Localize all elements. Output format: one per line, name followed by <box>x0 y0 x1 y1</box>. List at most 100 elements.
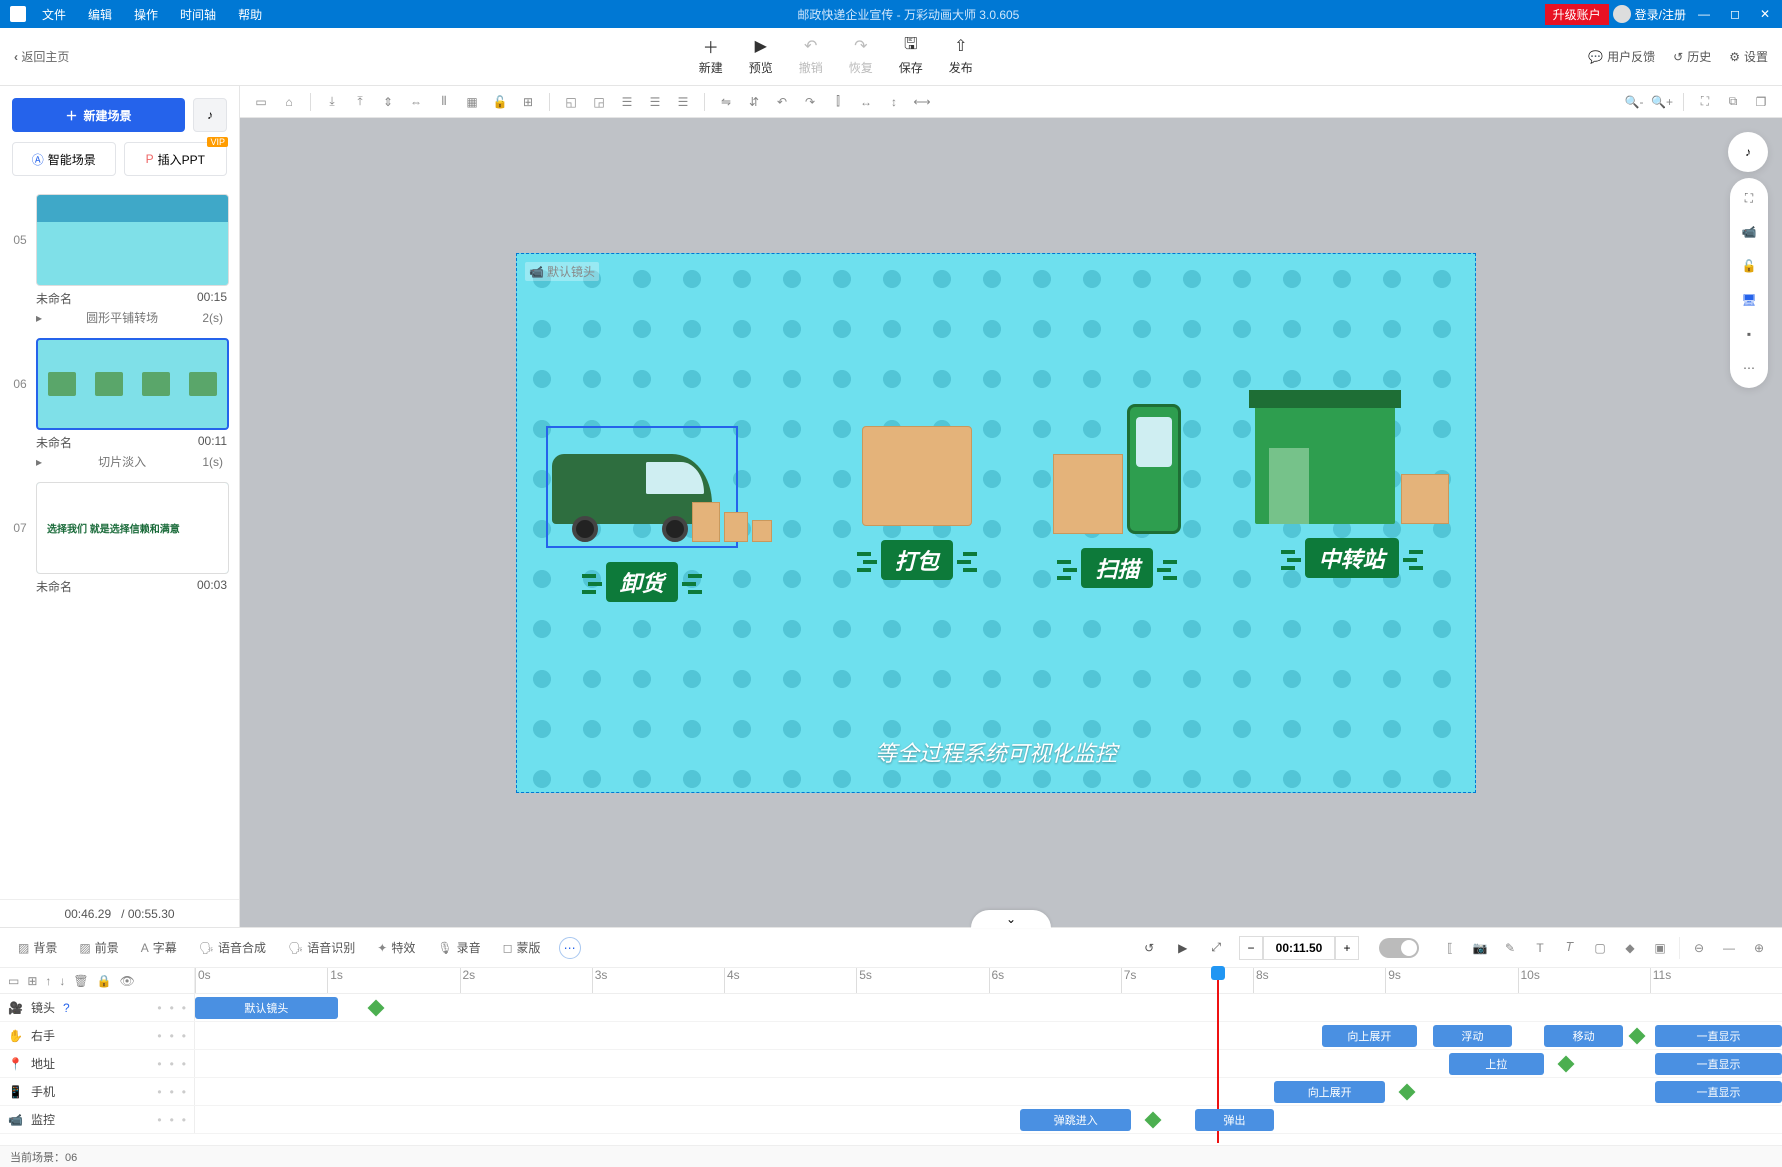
menu-edit[interactable]: 编辑 <box>78 6 122 23</box>
keyframe-diamond[interactable] <box>1399 1084 1416 1101</box>
clip[interactable]: 一直显示 <box>1655 1081 1782 1103</box>
timeline-tab-3[interactable]: 🗣语音合成 <box>193 935 272 960</box>
add-folder-icon[interactable]: ▭ <box>8 974 19 988</box>
top-action-0[interactable]: ＋新建 <box>699 37 723 76</box>
transition-row[interactable]: 切片淡入1(s) <box>10 451 229 472</box>
keyframe-in-icon[interactable]: ⟦ <box>1439 937 1461 959</box>
align-bottom-icon[interactable]: ⤓ <box>321 91 343 113</box>
text-center-icon[interactable]: ☰ <box>644 91 666 113</box>
back-home-button[interactable]: 返回主页 <box>0 48 83 65</box>
sort-up-icon[interactable]: ↑ <box>45 974 51 988</box>
top-right-2[interactable]: ⚙设置 <box>1729 48 1768 65</box>
distribute-icon[interactable]: ⫴ <box>433 91 455 113</box>
align-hcenter-icon[interactable]: ⇔ <box>405 91 427 113</box>
timeline-tab-6[interactable]: 🎙录音 <box>431 935 486 960</box>
top-action-1[interactable]: ▶预览 <box>749 37 773 76</box>
rotate-left-icon[interactable]: ↶ <box>771 91 793 113</box>
bgm-button[interactable]: ♪ <box>193 98 227 132</box>
fit-icon[interactable]: ⛶ <box>1694 91 1716 113</box>
clip[interactable]: 弹出 <box>1195 1109 1274 1131</box>
align-top-icon[interactable]: ⤒ <box>349 91 371 113</box>
loop-toggle[interactable] <box>1379 938 1419 958</box>
timeline-more-button[interactable]: ⋯ <box>559 937 581 959</box>
spacing-icon[interactable]: ↔ <box>855 91 877 113</box>
scene-thumbnail[interactable] <box>36 194 229 286</box>
display-icon[interactable]: 🖥 <box>1739 290 1759 310</box>
clip[interactable]: 上拉 <box>1449 1053 1544 1075</box>
rotate-right-icon[interactable]: ↷ <box>799 91 821 113</box>
clip[interactable]: 一直显示 <box>1655 1025 1782 1047</box>
fit-width-icon[interactable]: ⟷ <box>911 91 933 113</box>
sort-down-icon[interactable]: ↓ <box>59 974 65 988</box>
menu-operate[interactable]: 操作 <box>124 6 168 23</box>
clip[interactable]: 弹跳进入 <box>1020 1109 1131 1131</box>
keyframe-diamond[interactable] <box>1557 1056 1574 1073</box>
top-right-0[interactable]: 💬用户反馈 <box>1588 48 1655 65</box>
time-minus-button[interactable]: − <box>1239 936 1263 960</box>
fullscreen-icon[interactable]: ⛶ <box>1739 188 1759 208</box>
align-obj-icon[interactable]: ⫿ <box>827 91 849 113</box>
time-input[interactable] <box>1263 936 1335 960</box>
page-icon[interactable]: ▭ <box>250 91 272 113</box>
scene-thumbnail[interactable]: 选择我们 就是选择信赖和满意 <box>36 482 229 574</box>
clip[interactable]: 向上展开 <box>1322 1025 1417 1047</box>
duplicate-icon[interactable]: ❐ <box>1750 91 1772 113</box>
layer-back-icon[interactable]: ◲ <box>588 91 610 113</box>
home-icon[interactable]: ⌂ <box>278 91 300 113</box>
visibility-icon[interactable]: 👁 <box>120 974 135 988</box>
lock-all-icon[interactable]: 🔒 <box>97 974 112 988</box>
menu-file[interactable]: 文件 <box>32 6 76 23</box>
keyframe-icon[interactable]: ◆ <box>1619 937 1641 959</box>
avatar-icon[interactable] <box>1613 5 1631 23</box>
new-scene-button[interactable]: ＋新建场景 <box>12 98 185 132</box>
zoom-out-tl-icon[interactable]: ⊖ <box>1688 937 1710 959</box>
top-action-4[interactable]: 🖫保存 <box>899 37 923 76</box>
new-folder-icon[interactable]: ⊞ <box>27 974 37 988</box>
zoom-slider-icon[interactable]: — <box>1718 937 1740 959</box>
copy-icon[interactable]: ⧉ <box>1722 91 1744 113</box>
timeline-tab-2[interactable]: A字幕 <box>135 935 183 960</box>
text-tool-icon[interactable]: T <box>1529 937 1551 959</box>
close-icon[interactable]: ✕ <box>1752 7 1778 21</box>
delete-icon[interactable]: 🗑 <box>73 974 88 988</box>
zoom-out-icon[interactable]: 🔍- <box>1623 91 1645 113</box>
login-button[interactable]: 登录/注册 <box>1635 6 1686 23</box>
clip[interactable]: 一直显示 <box>1655 1053 1782 1075</box>
clip[interactable]: 向上展开 <box>1274 1081 1385 1103</box>
time-plus-button[interactable]: + <box>1335 936 1359 960</box>
text-right-icon[interactable]: ☰ <box>672 91 694 113</box>
ai-scene-button[interactable]: Ⓐ智能场景 <box>12 142 116 176</box>
keyframe-diamond[interactable] <box>1629 1028 1646 1045</box>
upgrade-button[interactable]: 升级账户 <box>1545 4 1609 25</box>
help-icon[interactable]: ? <box>63 1001 70 1015</box>
timeline-tab-5[interactable]: ✦特效 <box>371 935 421 960</box>
scene-thumbnail[interactable] <box>36 338 229 430</box>
stage[interactable]: 📹 默认镜头 卸货 <box>516 253 1476 793</box>
grid-icon[interactable]: ⊞ <box>517 91 539 113</box>
play-button[interactable]: ▶ <box>1172 937 1193 959</box>
collapse-handle[interactable]: ⌄ <box>971 910 1051 928</box>
frame-icon[interactable]: ▣ <box>1649 937 1671 959</box>
maximize-icon[interactable]: ◻ <box>1722 7 1748 21</box>
music-fab-button[interactable]: ♪ <box>1728 132 1768 172</box>
lock-icon[interactable]: 🔓 <box>489 91 511 113</box>
menu-timeline[interactable]: 时间轴 <box>170 6 226 23</box>
zoom-in-icon[interactable]: 🔍+ <box>1651 91 1673 113</box>
component-icon[interactable]: ▢ <box>1589 937 1611 959</box>
text-left-icon[interactable]: ☰ <box>616 91 638 113</box>
speaker-icon[interactable]: ▪ <box>1739 324 1759 344</box>
align-vcenter-icon[interactable]: ⇕ <box>377 91 399 113</box>
timeline-tab-0[interactable]: ▨背景 <box>12 935 63 960</box>
rewind-button[interactable]: ↺ <box>1138 937 1160 959</box>
timeline-tab-7[interactable]: ◻蒙版 <box>497 935 547 960</box>
top-right-1[interactable]: ↺历史 <box>1673 48 1711 65</box>
snapshot-icon[interactable]: 📷 <box>1469 937 1491 959</box>
transition-row[interactable]: 圆形平铺转场2(s) <box>10 307 229 328</box>
more-icon[interactable]: ⋯ <box>1739 358 1759 378</box>
unlock-icon[interactable]: 🔓 <box>1739 256 1759 276</box>
clip[interactable]: 浮动 <box>1433 1025 1512 1047</box>
minimize-icon[interactable]: — <box>1690 7 1718 21</box>
flip-v-icon[interactable]: ⇵ <box>743 91 765 113</box>
clip[interactable]: 移动 <box>1544 1025 1623 1047</box>
timeline-tab-1[interactable]: ▨前景 <box>73 935 124 960</box>
